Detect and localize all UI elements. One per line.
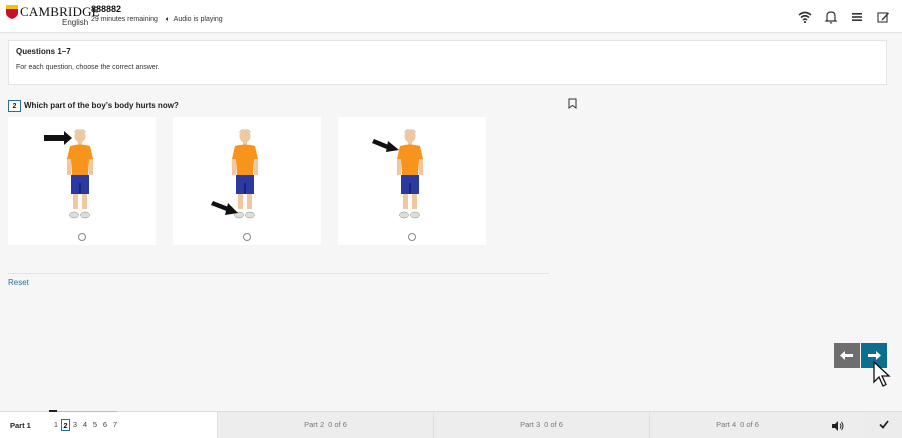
part-1-nav: Part 1 1 2 3 4 5 6 7: [0, 410, 217, 438]
question-number: 2: [8, 100, 21, 112]
divider: [8, 273, 549, 274]
answer-option-b[interactable]: [173, 117, 321, 245]
finish-button[interactable]: [866, 412, 902, 438]
current-indicator: [49, 410, 57, 412]
boy-figure: [397, 129, 423, 219]
radio-option-c[interactable]: [408, 233, 416, 241]
arrow-icon: [372, 139, 399, 152]
logo-subtext: English: [62, 18, 89, 27]
menu-icon[interactable]: [850, 10, 864, 24]
status-line: 29 minutes remaining 🔈︎ Audio is playing: [91, 16, 223, 24]
candidate-id: 888882: [91, 4, 122, 14]
previous-button[interactable]: [834, 343, 860, 368]
reset-link[interactable]: Reset: [8, 278, 29, 287]
part-4-count: 0 of 6: [740, 420, 759, 429]
bell-icon[interactable]: [824, 10, 838, 24]
question-link-3[interactable]: 3: [70, 419, 80, 431]
boy-image-foot-arrow: [211, 129, 258, 219]
arrow-icon: [44, 131, 72, 145]
questions-panel: Questions 1–7 For each question, choose …: [8, 40, 887, 85]
bookmark-icon[interactable]: [568, 98, 577, 109]
header-bar: CAMBRIDGE English 888882 29 minutes rema…: [0, 0, 902, 33]
progress-line: [57, 411, 117, 412]
part-2-tab[interactable]: Part 20 of 6: [217, 412, 433, 438]
wifi-icon: [798, 10, 812, 24]
part-4-label: Part 4: [716, 420, 737, 429]
speaker-icon: 🔈︎: [165, 16, 171, 23]
question-link-2[interactable]: 2: [61, 419, 70, 431]
radio-option-a[interactable]: [78, 233, 86, 241]
part-1-label: Part 1: [10, 421, 31, 430]
answer-option-a[interactable]: [8, 117, 156, 245]
boy-image-shoulder-arrow: [372, 129, 423, 219]
volume-button[interactable]: [826, 412, 850, 438]
question-link-1[interactable]: 1: [51, 419, 61, 431]
cambridge-logo: CAMBRIDGE English: [6, 4, 100, 28]
question-numbers: 1 2 3 4 5 6 7: [51, 419, 120, 431]
volume-icon: [832, 421, 844, 431]
boy-figure: [67, 129, 93, 219]
footer-bar: Part 1 1 2 3 4 5 6 7 Part 20 of 6 Part 3…: [0, 410, 902, 438]
answer-option-c[interactable]: [338, 117, 486, 245]
boy-image-head-arrow: [44, 129, 93, 219]
part-3-label: Part 3: [520, 420, 541, 429]
part-4-tab[interactable]: Part 40 of 6: [649, 412, 825, 438]
question-link-7[interactable]: 7: [110, 419, 120, 431]
question-link-4[interactable]: 4: [80, 419, 90, 431]
edit-icon[interactable]: [876, 10, 890, 24]
radio-option-b[interactable]: [243, 233, 251, 241]
mouse-cursor-icon: [873, 360, 891, 387]
questions-title: Questions 1–7: [16, 47, 71, 56]
question-link-6[interactable]: 6: [100, 419, 110, 431]
boy-figure: [232, 129, 258, 219]
checkmark-icon: [879, 420, 889, 429]
part-3-count: 0 of 6: [544, 420, 563, 429]
questions-instruction: For each question, choose the correct an…: [16, 64, 160, 71]
part-2-label: Part 2: [304, 420, 325, 429]
time-remaining: 29 minutes remaining: [91, 16, 158, 23]
question-text: Which part of the boy’s body hurts now?: [24, 101, 179, 110]
audio-status: Audio is playing: [173, 16, 223, 23]
arrow-left-icon: [840, 351, 853, 360]
question-link-5[interactable]: 5: [90, 419, 100, 431]
crest-icon: [6, 5, 18, 19]
part-2-count: 0 of 6: [328, 420, 347, 429]
part-3-tab[interactable]: Part 30 of 6: [433, 412, 649, 438]
arrow-icon: [211, 201, 238, 215]
